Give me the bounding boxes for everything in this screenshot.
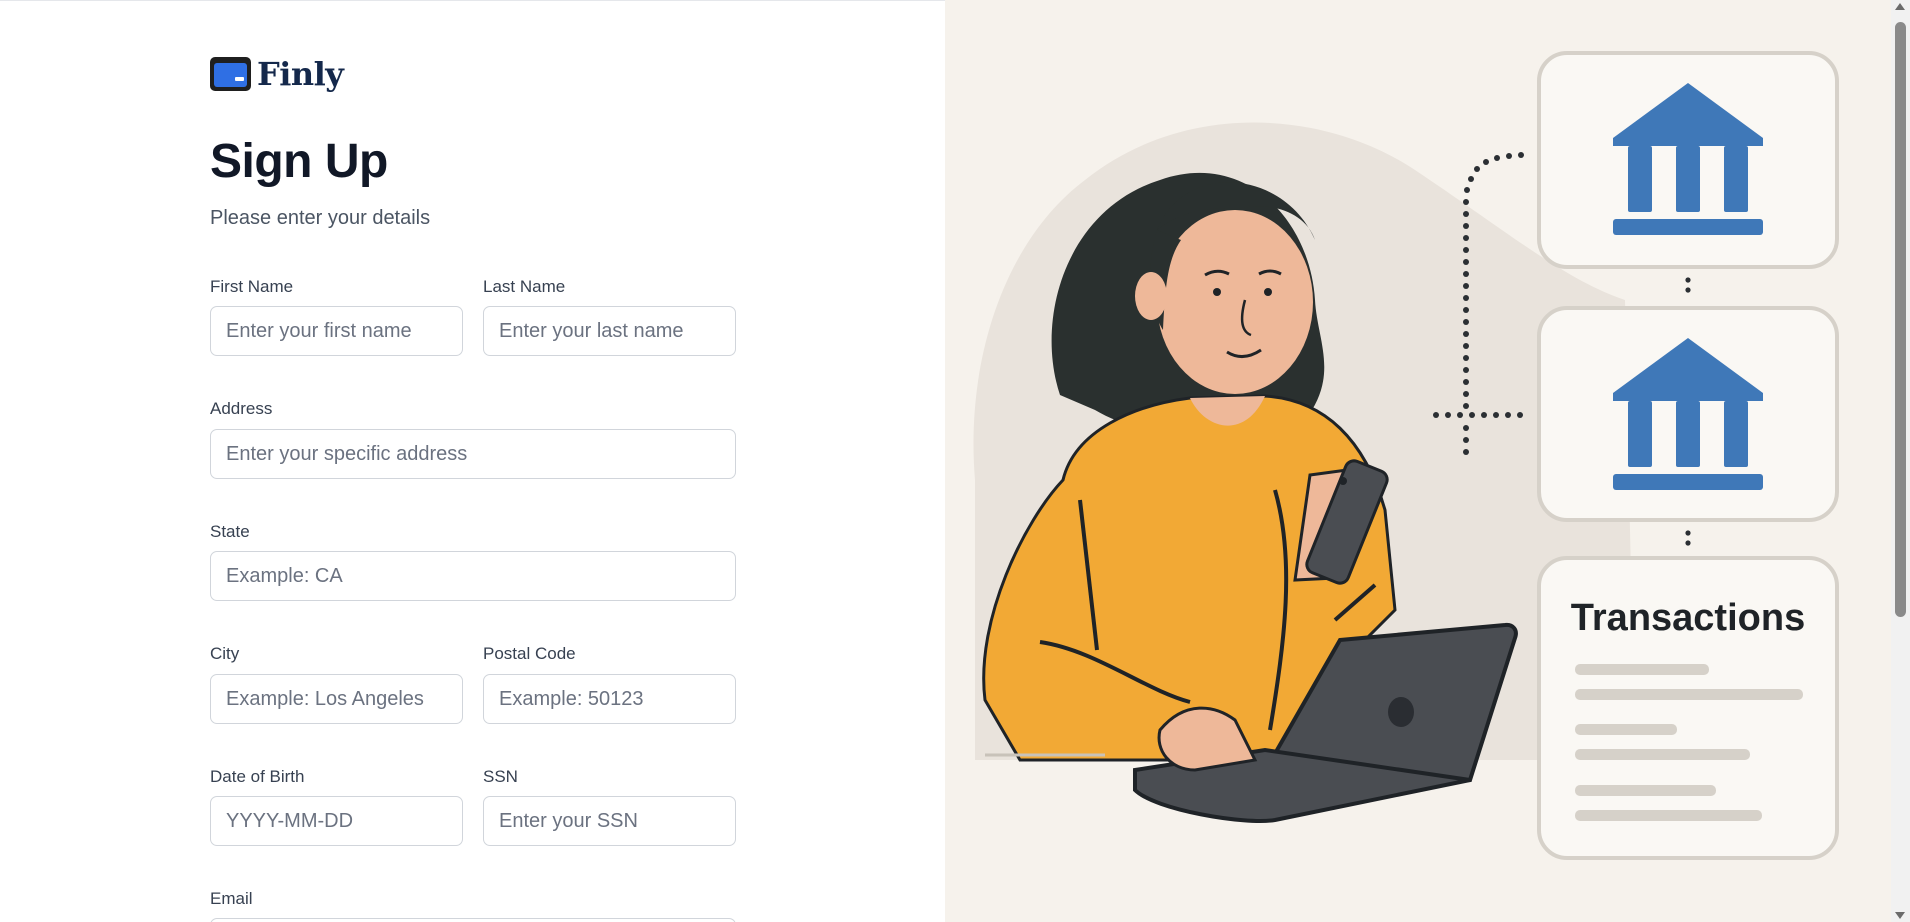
fintech-illustration: Transactions bbox=[973, 51, 1839, 860]
bank-card-2 bbox=[1537, 306, 1839, 522]
city-input[interactable] bbox=[210, 674, 463, 724]
dob-input[interactable] bbox=[210, 796, 463, 846]
dob-label: Date of Birth bbox=[210, 767, 305, 786]
state-input[interactable] bbox=[210, 551, 736, 601]
first-name-input[interactable] bbox=[210, 306, 463, 356]
first-name-label: First Name bbox=[210, 277, 294, 296]
postal-code-label: Postal Code bbox=[483, 644, 576, 663]
bank-card-1 bbox=[1537, 51, 1839, 269]
ssn-input[interactable] bbox=[483, 796, 736, 846]
scroll-down-icon[interactable] bbox=[1895, 912, 1905, 919]
address-input[interactable] bbox=[210, 429, 736, 479]
brand-name: Finly bbox=[257, 55, 344, 93]
address-label: Address bbox=[210, 399, 273, 418]
illustration-panel: Transactions bbox=[945, 0, 1891, 922]
brand-logo[interactable]: Finly bbox=[210, 55, 344, 93]
email-input[interactable] bbox=[210, 918, 736, 922]
last-name-label: Last Name bbox=[483, 277, 566, 296]
state-label: State bbox=[210, 522, 250, 541]
scroll-up-icon[interactable] bbox=[1895, 3, 1905, 10]
vertical-scrollbar[interactable] bbox=[1891, 0, 1910, 922]
postal-code-input[interactable] bbox=[483, 674, 736, 724]
last-name-input[interactable] bbox=[483, 306, 736, 356]
city-label: City bbox=[210, 644, 240, 663]
signup-form-panel: Finly Sign Up Please enter your details … bbox=[0, 0, 945, 922]
email-label: Email bbox=[210, 889, 253, 908]
transactions-title: Transactions bbox=[1571, 597, 1805, 639]
page-title: Sign Up bbox=[210, 135, 388, 188]
ssn-label: SSN bbox=[483, 767, 518, 786]
scroll-thumb[interactable] bbox=[1895, 22, 1906, 617]
transactions-card: Transactions bbox=[1537, 556, 1839, 860]
page-subtitle: Please enter your details bbox=[210, 207, 431, 229]
credit-card-icon bbox=[210, 57, 251, 91]
